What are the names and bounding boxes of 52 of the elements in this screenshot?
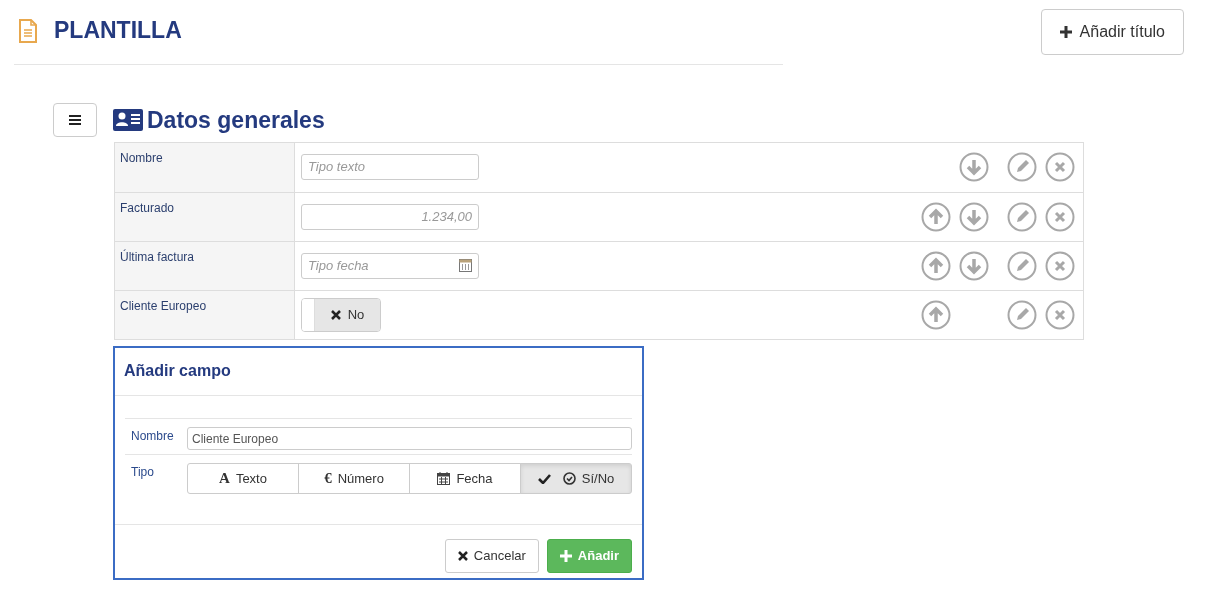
- check-circle-icon: [562, 472, 576, 485]
- euro-glyph: €: [324, 469, 332, 489]
- close-icon[interactable]: [1045, 201, 1075, 232]
- dialog-title: Añadir campo: [115, 348, 642, 396]
- font-glyph: A: [219, 469, 230, 489]
- type-label: Fecha: [456, 469, 493, 488]
- plus-icon: [1059, 26, 1072, 38]
- cancel-button[interactable]: Cancelar: [444, 539, 539, 573]
- field-label: Cliente Europeo: [115, 290, 295, 339]
- arrow-up-icon[interactable]: [921, 250, 951, 281]
- menu-button[interactable]: [53, 103, 97, 138]
- pencil-icon[interactable]: [1007, 152, 1037, 182]
- close-icon[interactable]: [1045, 152, 1075, 182]
- text-input[interactable]: Tipo texto: [301, 153, 479, 180]
- section-title: Datos generales: [147, 106, 325, 135]
- type-label: Sí/No: [581, 469, 615, 488]
- close-icon[interactable]: [1045, 250, 1075, 281]
- plus-icon: [559, 549, 572, 562]
- arrow-down-icon[interactable]: [959, 201, 989, 232]
- pencil-icon[interactable]: [1007, 299, 1037, 330]
- type-option[interactable]: Sí/No: [520, 463, 632, 494]
- document-icon: [18, 18, 38, 43]
- close-icon: [330, 309, 341, 320]
- close-icon: [457, 550, 468, 561]
- arrow-up-icon[interactable]: [921, 299, 951, 330]
- field-label: Nombre: [131, 428, 175, 445]
- placeholder-text: Tipo fecha: [308, 256, 369, 275]
- pencil-icon[interactable]: [1007, 201, 1037, 232]
- type-option[interactable]: A Texto: [187, 463, 299, 494]
- toggle-switch[interactable]: No: [301, 297, 381, 332]
- toggle-label: No: [347, 305, 365, 324]
- type-option[interactable]: € Número: [298, 463, 410, 494]
- checkmark-icon: [537, 473, 551, 484]
- arrow-down-icon[interactable]: [959, 250, 989, 281]
- arrow-up-icon[interactable]: [921, 201, 951, 232]
- calendar-icon: [437, 472, 451, 485]
- contact-card-icon: [113, 108, 143, 133]
- close-icon[interactable]: [1045, 299, 1075, 330]
- page-title: PLANTILLA: [54, 17, 182, 45]
- field-label: Facturado: [115, 192, 295, 241]
- pencil-icon[interactable]: [1007, 250, 1037, 281]
- type-option[interactable]: Fecha: [409, 463, 521, 494]
- calendar-icon: [459, 259, 472, 272]
- field-label: Tipo: [131, 464, 155, 481]
- type-label: Texto: [235, 469, 267, 488]
- field-label: Nombre: [115, 142, 295, 192]
- arrow-down-icon[interactable]: [959, 152, 989, 182]
- add-title-button[interactable]: Añadir título: [1040, 9, 1184, 55]
- type-label: Número: [337, 469, 384, 488]
- field-label: Última factura: [115, 241, 295, 290]
- name-input[interactable]: Cliente Europeo: [187, 427, 632, 450]
- menu-icon: [69, 115, 81, 126]
